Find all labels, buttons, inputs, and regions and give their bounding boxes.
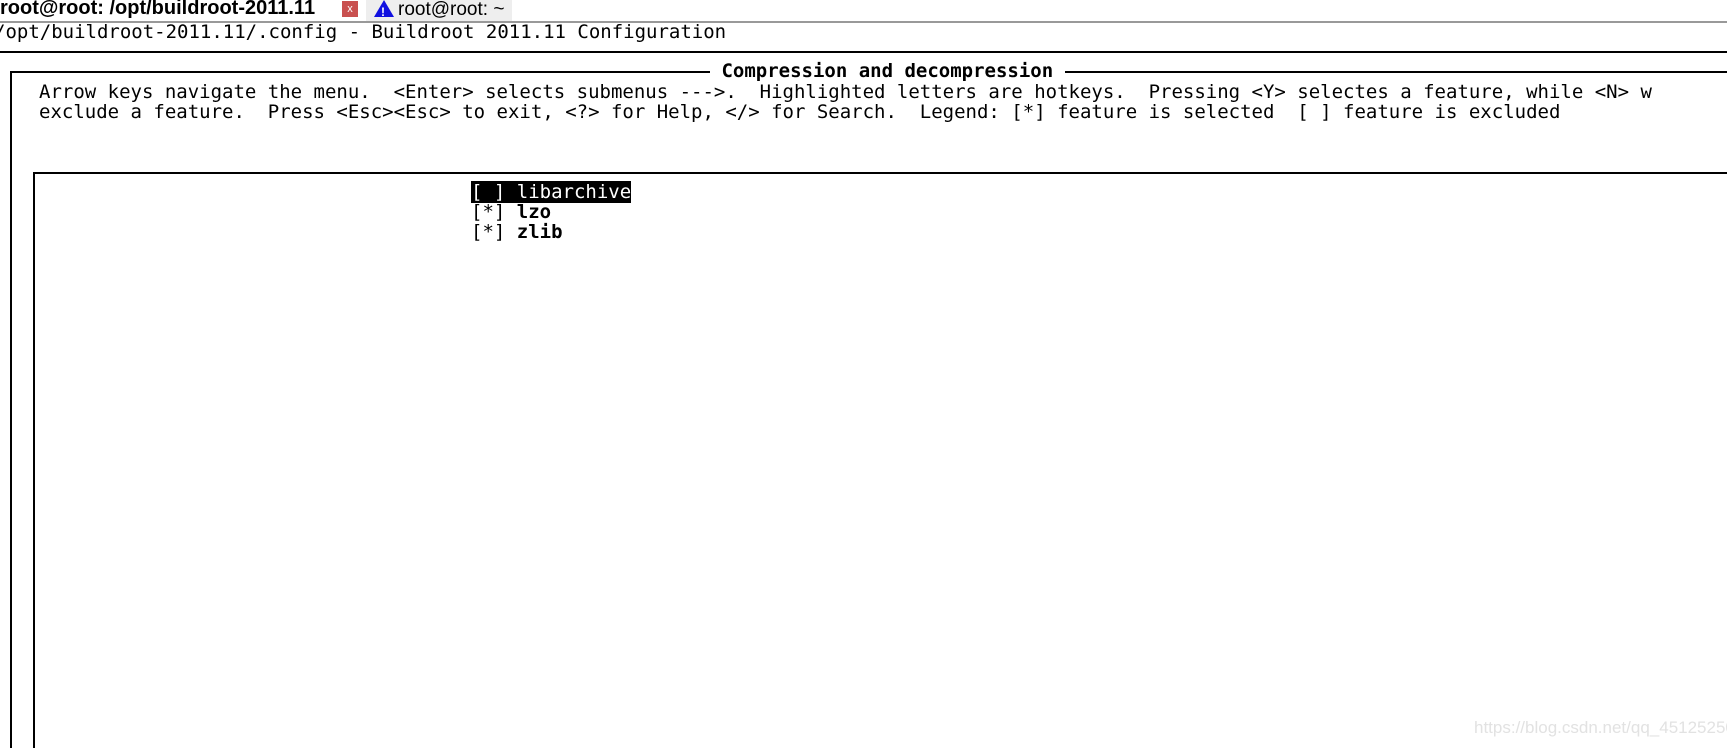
menu-item-lzo[interactable]: [*] lzo [471, 202, 551, 222]
item-label: lzo [516, 201, 552, 223]
help-line-2: exclude a feature. Press <Esc><Esc> to e… [39, 101, 1561, 123]
dialog-title: Compression and decompression [710, 60, 1065, 82]
close-tab-button[interactable]: x [342, 1, 358, 17]
dialog-border-left [10, 71, 12, 748]
terminal-tab-bar: root@root: /opt/buildroot-2011.11 x root… [0, 0, 1727, 23]
warning-icon [374, 0, 394, 21]
menu-border-left [33, 172, 35, 748]
header-divider [0, 51, 1727, 53]
checkbox[interactable]: [*] [471, 201, 505, 223]
menu-item-libarchive[interactable]: [ ] libarchive [471, 181, 632, 203]
menu-item-zlib[interactable]: [*] zlib [471, 222, 563, 242]
menu-border-top [33, 172, 1727, 174]
tab-buildroot[interactable]: root@root: /opt/buildroot-2011.11 [0, 0, 315, 20]
tab-root-home[interactable]: root@root: ~ [366, 0, 513, 21]
config-title: /opt/buildroot-2011.11/.config - Buildro… [0, 21, 727, 43]
tab-label: root@root: /opt/buildroot-2011.11 [0, 0, 316, 19]
item-label: zlib [516, 221, 563, 243]
checkbox[interactable]: [*] [471, 221, 505, 243]
help-line-1: Arrow keys navigate the menu. <Enter> se… [39, 81, 1652, 103]
checkbox[interactable]: [ ] [471, 181, 505, 203]
item-label: libarchive [516, 181, 632, 203]
watermark: https://blog.csdn.net/qq_45125250 [1474, 718, 1727, 737]
tab-label: root@root: ~ [398, 0, 505, 20]
